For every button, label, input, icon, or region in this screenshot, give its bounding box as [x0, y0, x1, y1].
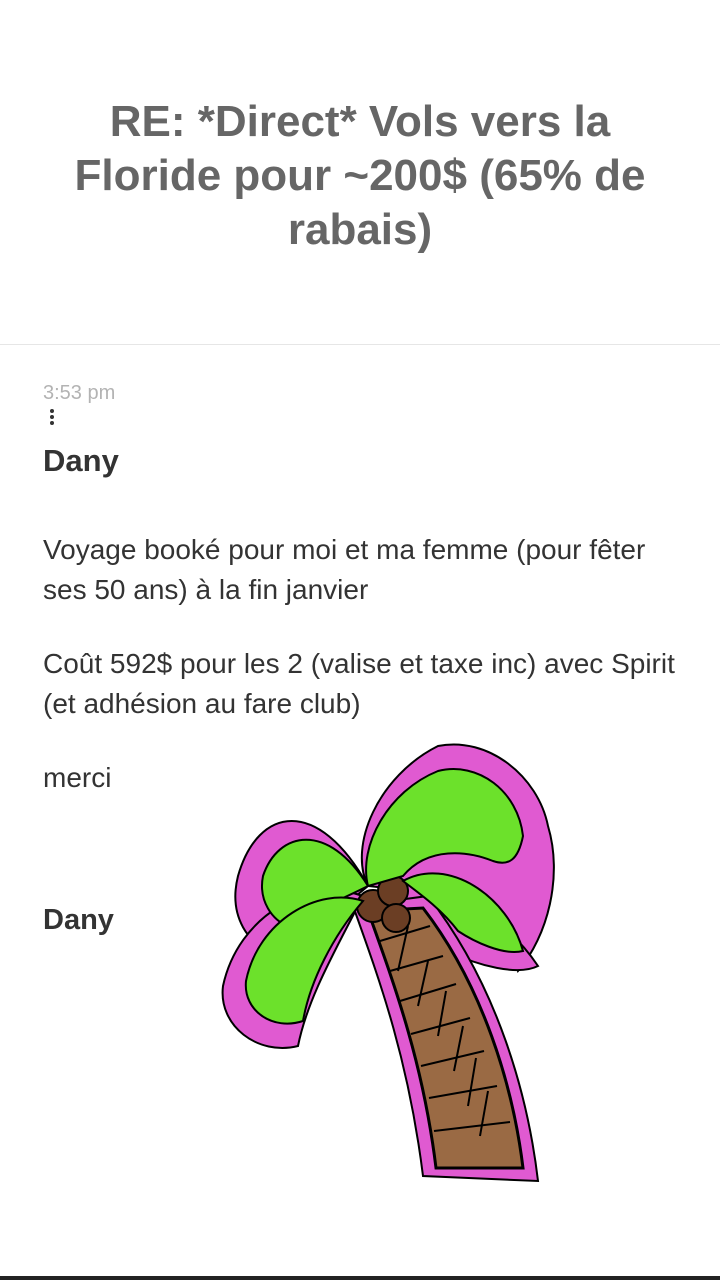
message-header: RE: *Direct* Vols vers la Floride pour ~… — [0, 0, 720, 345]
palm-tree-icon — [221, 743, 555, 1183]
signature: Dany — [43, 904, 114, 936]
email-subject: RE: *Direct* Vols vers la Floride pour ~… — [74, 97, 646, 254]
message-time: 3:53 pm — [43, 382, 116, 404]
more-vertical-icon[interactable] — [48, 409, 56, 429]
sender-name: Dany — [43, 443, 119, 478]
message-paragraph: Coût 592$ pour les 2 (valise et taxe inc… — [43, 648, 675, 719]
message-paragraph: Voyage booké pour moi et ma femme (pour … — [43, 534, 646, 605]
bottom-divider — [0, 1276, 720, 1280]
